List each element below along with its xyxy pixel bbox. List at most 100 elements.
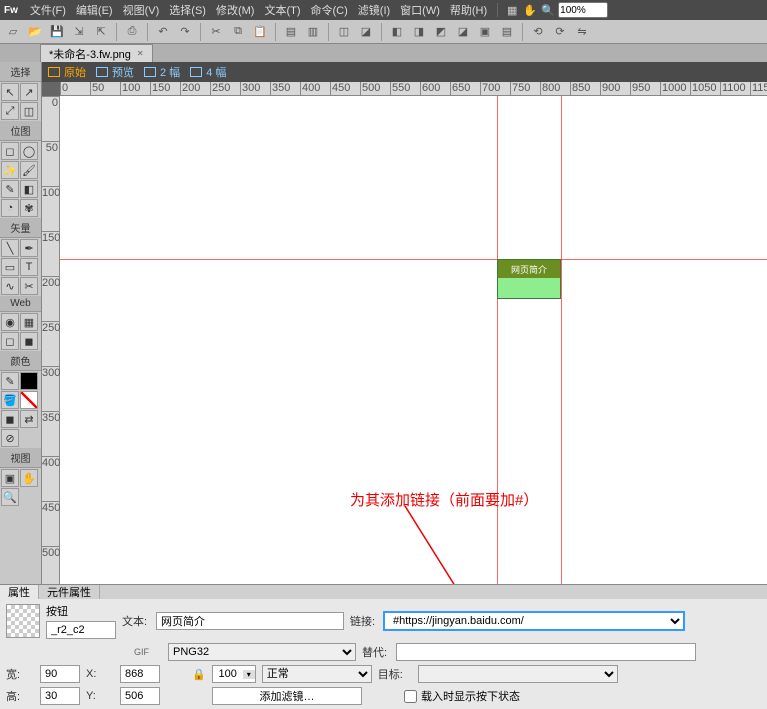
import-icon[interactable]: ⇲ — [70, 23, 88, 41]
main-toolbar: ▱ 📂 💾 ⇲ ⇱ ⎙ ↶ ↷ ✂ ⧉ 📋 ▤ ▥ ◫ ◪ ◧ ◨ ◩ ◪ ▣ … — [0, 20, 767, 44]
view-4up[interactable]: 4 幅 — [190, 64, 226, 80]
wand-tool-icon[interactable]: ✨ — [1, 161, 19, 179]
text-tool-icon[interactable]: T — [20, 258, 38, 276]
redo-icon[interactable]: ↷ — [176, 23, 194, 41]
line-tool-icon[interactable]: ╲ — [1, 239, 19, 257]
x-input[interactable] — [120, 665, 160, 683]
menu-file[interactable]: 文件(F) — [26, 0, 70, 20]
menu-filter[interactable]: 滤镜(I) — [354, 0, 394, 20]
print-icon[interactable]: ⎙ — [123, 23, 141, 41]
view-2up[interactable]: 2 幅 — [144, 64, 180, 80]
page-icon[interactable]: ▤ — [282, 23, 300, 41]
align6-icon[interactable]: ▤ — [498, 23, 516, 41]
zoom-tool-icon[interactable]: 🔍 — [1, 488, 19, 506]
align3-icon[interactable]: ◩ — [432, 23, 450, 41]
swap-colors-icon[interactable]: ⇄ — [20, 410, 38, 428]
slice-tool-icon[interactable]: ▦ — [20, 313, 38, 331]
menu-text[interactable]: 文本(T) — [260, 0, 304, 20]
save-icon[interactable]: 💾 — [48, 23, 66, 41]
menu-help[interactable]: 帮助(H) — [446, 0, 491, 20]
guide-vertical — [561, 96, 562, 584]
new-icon[interactable]: ▱ — [4, 23, 22, 41]
target-select[interactable] — [418, 665, 618, 683]
flip-icon[interactable]: ⇋ — [573, 23, 591, 41]
pages-icon[interactable]: ▥ — [304, 23, 322, 41]
subselect-tool-icon[interactable]: ↗ — [20, 83, 38, 101]
stamp-tool-icon[interactable]: ✾ — [20, 199, 38, 217]
show-tool-icon[interactable]: ◼ — [20, 332, 38, 350]
pointer-tool-icon[interactable]: ↖ — [1, 83, 19, 101]
group-icon[interactable]: ◫ — [335, 23, 353, 41]
pencil-tool-icon[interactable]: ✎ — [1, 180, 19, 198]
eraser-tool-icon[interactable]: ◧ — [20, 180, 38, 198]
menu-command[interactable]: 命令(C) — [307, 0, 352, 20]
canvas[interactable]: 网页简介 为其添加链接（前面要加#） — [60, 96, 767, 584]
slice-object[interactable]: 网页简介 — [497, 259, 561, 299]
lock-icon[interactable]: 🔒 — [192, 668, 206, 681]
document-tab[interactable]: *未命名-3.fw.png ✕ — [40, 44, 153, 62]
show-down-state-checkbox[interactable]: 载入时显示按下状态 — [404, 688, 520, 704]
y-input[interactable] — [120, 687, 160, 705]
freeform-tool-icon[interactable]: ∿ — [1, 277, 19, 295]
crop-tool-icon[interactable]: ◫ — [20, 102, 38, 120]
export-icon[interactable]: ⇱ — [92, 23, 110, 41]
height-input[interactable] — [40, 687, 80, 705]
align2-icon[interactable]: ◨ — [410, 23, 428, 41]
menu-window[interactable]: 窗口(W) — [396, 0, 444, 20]
stroke-swatch[interactable] — [20, 372, 38, 390]
menu-select[interactable]: 选择(S) — [165, 0, 210, 20]
nofill-icon[interactable]: ⊘ — [1, 429, 19, 447]
brush-tool-icon[interactable]: 🖌 — [20, 161, 38, 179]
layout-icon[interactable]: ▦ — [504, 2, 520, 18]
zoom-icon[interactable]: 🔍 — [540, 2, 556, 18]
hand-icon[interactable]: ✋ — [522, 2, 538, 18]
paste-icon[interactable]: 📋 — [251, 23, 269, 41]
object-name-input[interactable] — [46, 621, 116, 639]
hide-tool-icon[interactable]: ◻ — [1, 332, 19, 350]
blend-select[interactable]: 正常 — [262, 665, 372, 683]
fill-color-icon[interactable]: 🪣 — [1, 391, 19, 409]
stroke-color-icon[interactable]: ✎ — [1, 372, 19, 390]
opacity-stepper[interactable]: ▾ — [212, 665, 256, 683]
menu-modify[interactable]: 修改(M) — [212, 0, 259, 20]
alt-input[interactable] — [396, 643, 696, 661]
menu-edit[interactable]: 编辑(E) — [72, 0, 117, 20]
object-type: 按钮 — [46, 603, 116, 619]
open-icon[interactable]: 📂 — [26, 23, 44, 41]
lasso-tool-icon[interactable]: ◯ — [20, 142, 38, 160]
align1-icon[interactable]: ◧ — [388, 23, 406, 41]
menu-view[interactable]: 视图(V) — [119, 0, 164, 20]
cut-icon[interactable]: ✂ — [207, 23, 225, 41]
knife-tool-icon[interactable]: ✂ — [20, 277, 38, 295]
screen-mode-icon[interactable]: ▣ — [1, 469, 19, 487]
tab-close-icon[interactable]: ✕ — [137, 49, 144, 58]
prop-tab-attr[interactable]: 属性 — [0, 585, 39, 599]
add-filter-button[interactable]: 添加滤镜… — [212, 687, 362, 705]
link-label: 链接: — [350, 613, 378, 629]
align4-icon[interactable]: ◪ — [454, 23, 472, 41]
ungroup-icon[interactable]: ◪ — [357, 23, 375, 41]
link-input[interactable]: #https://jingyan.baidu.com/ — [384, 612, 684, 630]
panel-bitmap: 位图 — [0, 121, 41, 141]
pen-tool-icon[interactable]: ✒ — [20, 239, 38, 257]
view-preview[interactable]: 预览 — [96, 64, 134, 80]
view-original[interactable]: 原始 — [48, 64, 86, 80]
rotate1-icon[interactable]: ⟲ — [529, 23, 547, 41]
format-select[interactable]: PNG32 — [168, 643, 356, 661]
default-colors-icon[interactable]: ◼ — [1, 410, 19, 428]
text-input[interactable] — [156, 612, 344, 630]
rotate2-icon[interactable]: ⟳ — [551, 23, 569, 41]
rect-tool-icon[interactable]: ▭ — [1, 258, 19, 276]
prop-tab-comp[interactable]: 元件属性 — [39, 585, 100, 599]
align5-icon[interactable]: ▣ — [476, 23, 494, 41]
undo-icon[interactable]: ↶ — [154, 23, 172, 41]
hand-tool-icon[interactable]: ✋ — [20, 469, 38, 487]
width-input[interactable] — [40, 665, 80, 683]
fill-swatch[interactable] — [20, 391, 38, 409]
hotspot-tool-icon[interactable]: ◉ — [1, 313, 19, 331]
scale-tool-icon[interactable]: ⤢ — [1, 102, 19, 120]
marquee-tool-icon[interactable]: ◻ — [1, 142, 19, 160]
zoom-combo[interactable] — [558, 2, 608, 18]
blur-tool-icon[interactable]: ◔ — [1, 199, 19, 217]
copy-icon[interactable]: ⧉ — [229, 23, 247, 41]
